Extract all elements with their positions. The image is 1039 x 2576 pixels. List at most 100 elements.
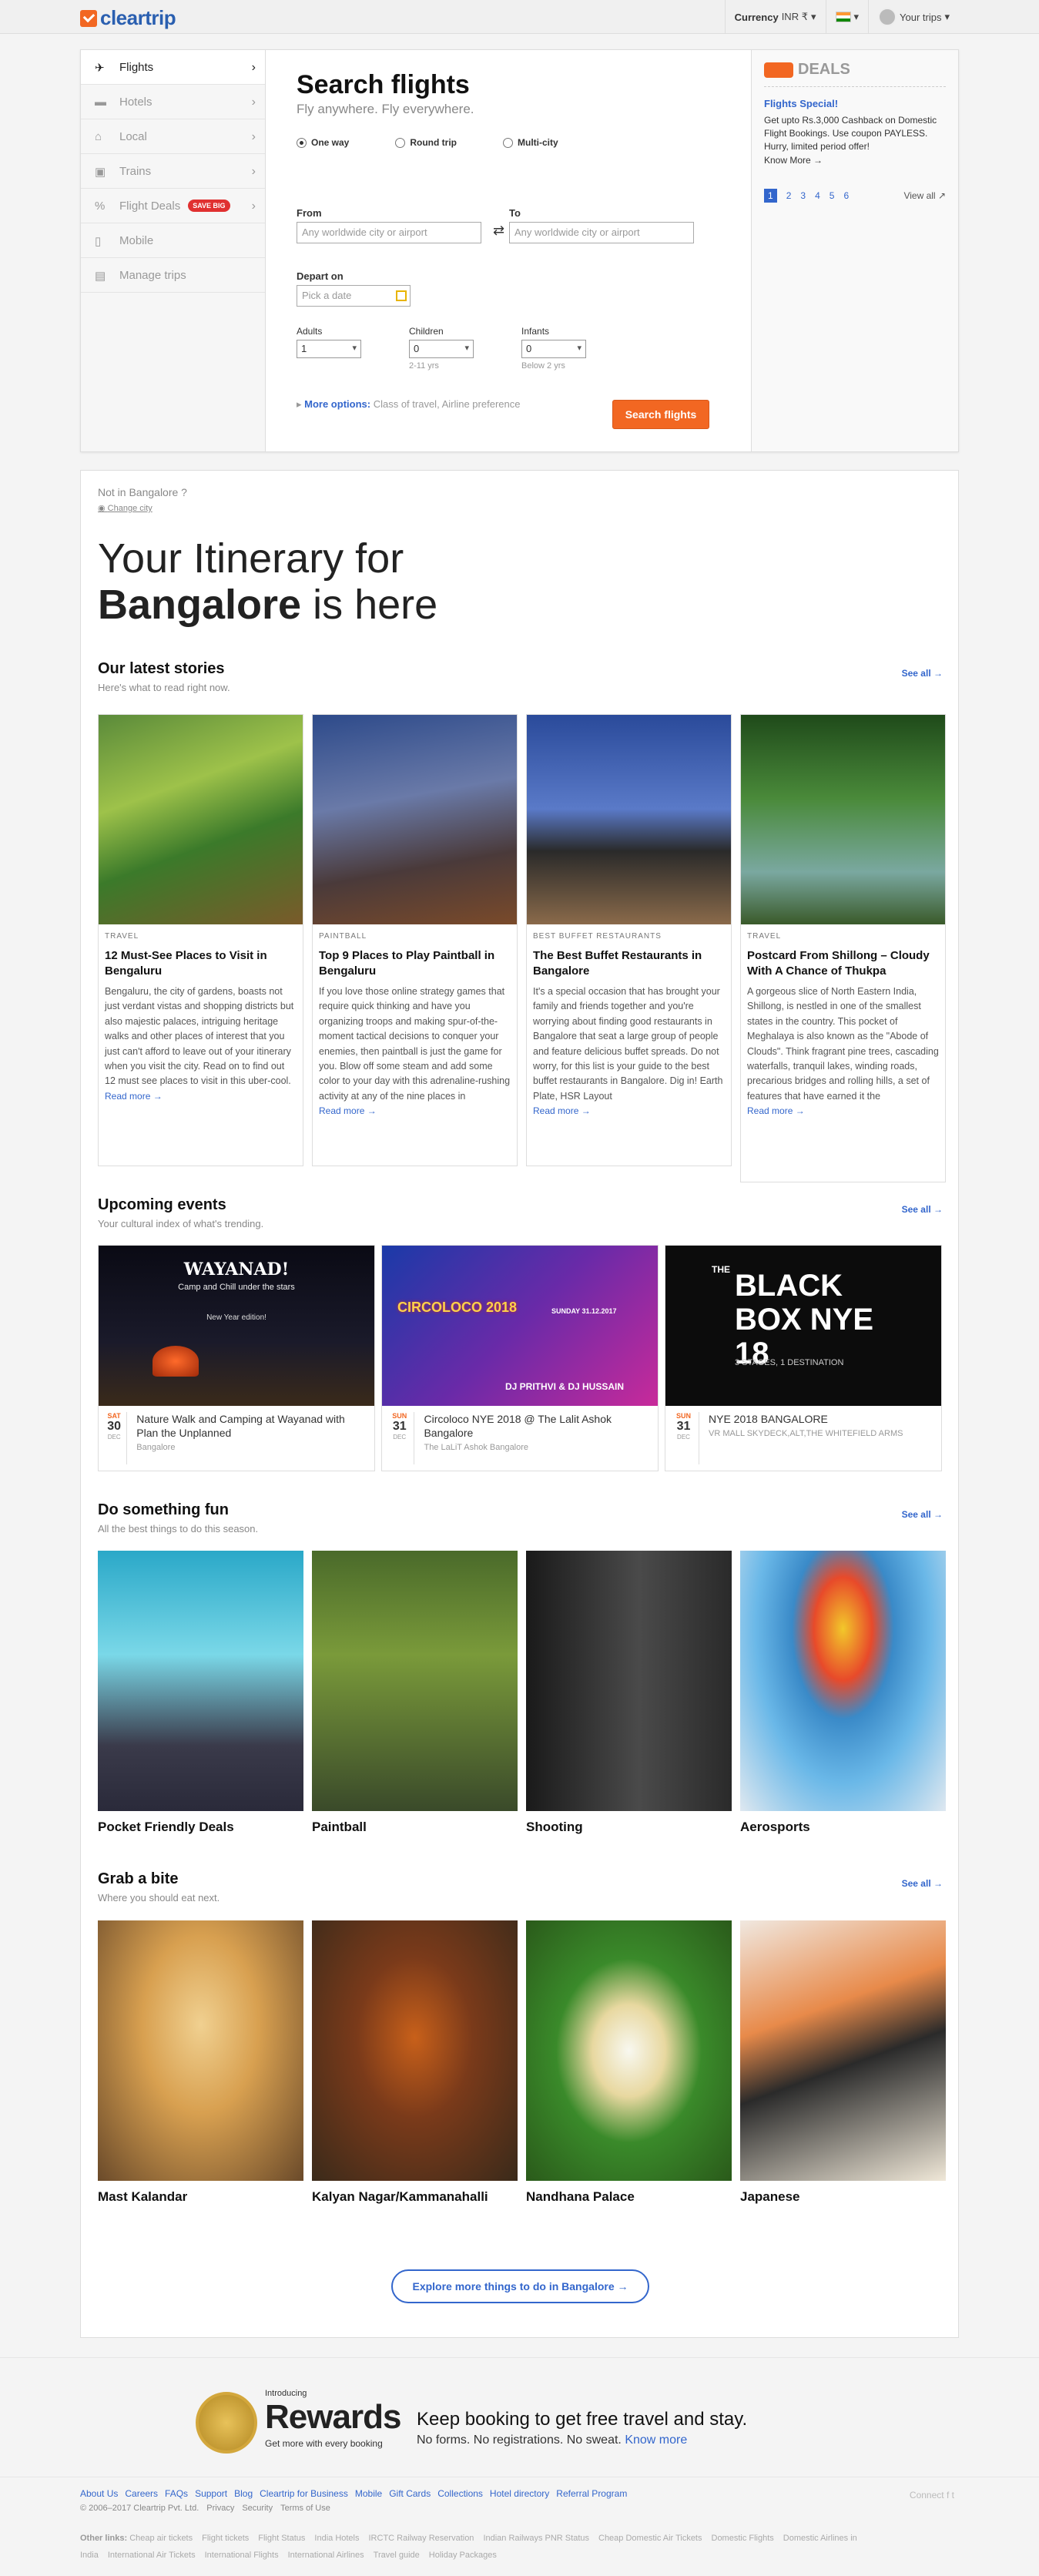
other-link[interactable]: Flight tickets (202, 2534, 249, 2543)
story-title[interactable]: Top 9 Places to Play Paintball in Bengal… (319, 948, 511, 978)
event-card[interactable]: CIRCOLOCO 2018 SUNDAY 31.12.2017 DJ PRIT… (381, 1245, 659, 1471)
events-see-all[interactable]: See all → (902, 1204, 943, 1215)
footer-link[interactable]: Collections (437, 2488, 483, 2499)
page-3[interactable]: 3 (800, 190, 806, 201)
cleartrip-logo[interactable]: cleartrip (80, 6, 176, 30)
nav-item-flight-deals[interactable]: % Flight Deals SAVE BIG › (81, 189, 265, 223)
explore-more-button[interactable]: Explore more things to do in Bangalore → (391, 2269, 649, 2303)
event-card[interactable]: WAYANAD! Camp and Chill under the stars … (98, 1245, 375, 1471)
other-link[interactable]: Cheap Domestic Air Tickets (598, 2534, 702, 2543)
event-title[interactable]: Circoloco NYE 2018 @ The Lalit Ashok Ban… (424, 1412, 650, 1440)
footer-link[interactable]: Gift Cards (389, 2488, 431, 2499)
other-link[interactable]: Cheap air tickets (129, 2534, 193, 2543)
other-link[interactable]: Holiday Packages (429, 2551, 497, 2560)
footer-link[interactable]: Careers (125, 2488, 158, 2499)
more-options-link[interactable]: ▸ More options: Class of travel, Airline… (297, 398, 520, 411)
stories-see-all[interactable]: See all → (902, 668, 943, 679)
search-flights-button[interactable]: Search flights (612, 400, 709, 429)
event-title[interactable]: Nature Walk and Camping at Wayanad with … (136, 1412, 367, 1440)
page-6[interactable]: 6 (843, 190, 849, 201)
activity-tile[interactable]: Aerosports (740, 1551, 946, 1836)
terms-link[interactable]: Terms of Use (280, 2504, 330, 2513)
nav-item-manage-trips[interactable]: ▤ Manage trips (81, 258, 265, 293)
footer-link[interactable]: Blog (234, 2488, 253, 2499)
adults-select[interactable]: 1 (297, 340, 361, 358)
page-5[interactable]: 5 (830, 190, 835, 201)
story-title[interactable]: 12 Must-See Places to Visit in Bengaluru (105, 948, 297, 978)
restaurant-tile[interactable]: Nandhana Palace (526, 1920, 732, 2205)
to-input[interactable]: Any worldwide city or airport (509, 222, 694, 243)
depart-date-input[interactable]: Pick a date (297, 285, 411, 307)
change-city-link[interactable]: ◉ Change city (98, 503, 152, 513)
story-title[interactable]: The Best Buffet Restaurants in Bangalore (533, 948, 725, 978)
story-card[interactable]: PAINTBALL Top 9 Places to Play Paintball… (312, 714, 518, 1166)
fun-sub: All the best things to do this season. (98, 1523, 259, 1535)
deals-widget: DEALS Flights Special! Get upto Rs.3,000… (751, 50, 958, 451)
bite-see-all[interactable]: See all → (902, 1878, 943, 1889)
story-card[interactable]: TRAVEL 12 Must-See Places to Visit in Be… (98, 714, 303, 1166)
children-select[interactable]: 0 (409, 340, 474, 358)
page-4[interactable]: 4 (815, 190, 820, 201)
view-all-deals-link[interactable]: View all ↗ (903, 190, 946, 201)
nav-item-mobile[interactable]: ▯ Mobile (81, 223, 265, 258)
page-1[interactable]: 1 (764, 189, 777, 203)
radio-multi-city[interactable]: Multi-city (503, 137, 558, 148)
deal-title[interactable]: Flights Special! (764, 98, 946, 109)
footer-link[interactable]: Cleartrip for Business (260, 2488, 348, 2499)
other-link[interactable]: India Hotels (314, 2534, 359, 2543)
other-link[interactable]: Flight Status (258, 2534, 305, 2543)
activity-tile[interactable]: Shooting (526, 1551, 732, 1836)
your-trips-menu[interactable]: Your trips ▾ (868, 0, 959, 34)
other-link[interactable]: Indian Railways PNR Status (483, 2534, 589, 2543)
footer-link[interactable]: About Us (80, 2488, 118, 2499)
privacy-link[interactable]: Privacy (206, 2504, 234, 2513)
event-card[interactable]: THE BLACK BOX NYE 18 3 STAGES, 1 DESTINA… (665, 1245, 942, 1471)
nav-item-flights[interactable]: ✈ Flights › (81, 50, 265, 85)
calendar-icon[interactable] (396, 290, 407, 301)
other-link[interactable]: Domestic Flights (712, 2534, 774, 2543)
story-title[interactable]: Postcard From Shillong – Cloudy With A C… (747, 948, 939, 978)
other-link[interactable]: IRCTC Railway Reservation (369, 2534, 474, 2543)
know-more-link[interactable]: Know More → (764, 154, 946, 167)
page-2[interactable]: 2 (786, 190, 792, 201)
footer-link[interactable]: Hotel directory (490, 2488, 549, 2499)
nav-item-local[interactable]: ⌂ Local › (81, 119, 265, 154)
restaurant-tile[interactable]: Mast Kalandar (98, 1920, 303, 2205)
twitter-icon[interactable]: t (952, 2490, 954, 2501)
infants-select[interactable]: 0 (521, 340, 586, 358)
nav-item-hotels[interactable]: ▬ Hotels › (81, 85, 265, 119)
copyright-row: © 2006–2017 Cleartrip Pvt. Ltd. Privacy … (80, 2504, 330, 2513)
other-link[interactable]: International Air Tickets (108, 2551, 196, 2560)
read-more-link[interactable]: Read more → (105, 1091, 297, 1102)
story-text: If you love those online strategy games … (319, 986, 511, 1102)
rewards-know-more-link[interactable]: Know more (625, 2433, 687, 2447)
other-link[interactable]: Travel guide (374, 2551, 420, 2560)
event-title[interactable]: NYE 2018 BANGALORE (709, 1412, 903, 1426)
radio-round-trip[interactable]: Round trip (395, 137, 457, 148)
footer-link[interactable]: Referral Program (556, 2488, 627, 2499)
country-selector[interactable]: ▾ (825, 0, 869, 34)
read-more-link[interactable]: Read more → (319, 1105, 511, 1116)
radio-one-way[interactable]: One way (297, 137, 349, 148)
restaurant-tile[interactable]: Kalyan Nagar/Kammanahalli (312, 1920, 518, 2205)
story-card[interactable]: BEST BUFFET RESTAURANTS The Best Buffet … (526, 714, 732, 1166)
other-link[interactable]: International Airlines (288, 2551, 364, 2560)
from-input[interactable]: Any worldwide city or airport (297, 222, 481, 243)
story-card[interactable]: TRAVEL Postcard From Shillong – Cloudy W… (740, 714, 946, 1182)
story-category: TRAVEL (747, 932, 782, 941)
activity-tile[interactable]: Paintball (312, 1551, 518, 1836)
read-more-link[interactable]: Read more → (747, 1105, 939, 1116)
restaurant-tile[interactable]: Japanese (740, 1920, 946, 2205)
swap-icon[interactable]: ⇄ (493, 223, 504, 239)
fun-see-all[interactable]: See all → (902, 1509, 943, 1520)
nav-item-trains[interactable]: ▣ Trains › (81, 154, 265, 189)
activity-tile[interactable]: Pocket Friendly Deals (98, 1551, 303, 1836)
footer-link[interactable]: Mobile (355, 2488, 382, 2499)
other-link[interactable]: International Flights (205, 2551, 279, 2560)
read-more-link[interactable]: Read more → (533, 1105, 725, 1116)
currency-selector[interactable]: Currency INR ₹ ▾ (724, 0, 826, 34)
footer-link[interactable]: Support (195, 2488, 227, 2499)
security-link[interactable]: Security (242, 2504, 273, 2513)
facebook-icon[interactable]: f (947, 2490, 949, 2501)
footer-link[interactable]: FAQs (165, 2488, 188, 2499)
